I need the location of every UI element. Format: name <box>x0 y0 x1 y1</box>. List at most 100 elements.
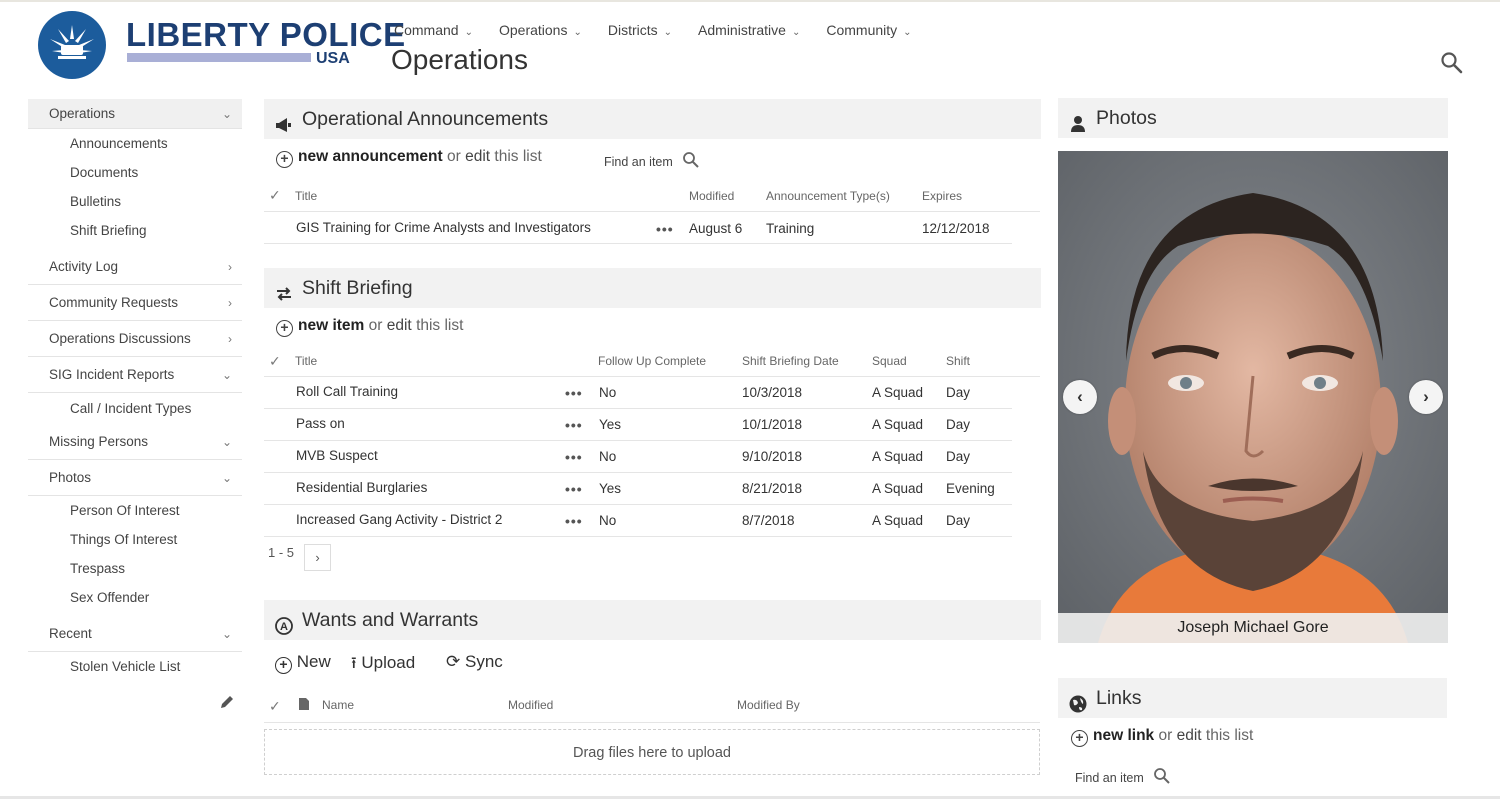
photos-title: Photos <box>1096 107 1157 129</box>
edit-link[interactable]: edit <box>465 148 490 165</box>
more-options-icon[interactable]: ••• <box>565 449 583 465</box>
liberty-logo-icon[interactable] <box>38 11 106 79</box>
more-options-icon[interactable]: ••• <box>565 513 583 529</box>
leftnav-item-person-of-interest[interactable]: Person Of Interest <box>28 496 242 525</box>
leftnav-item-sex-offender[interactable]: Sex Offender <box>28 583 242 612</box>
announcement-title-link[interactable]: GIS Training for Crime Analysts and Inve… <box>296 220 591 235</box>
announcement-modified: August 6 <box>689 221 743 236</box>
select-all-check-icon[interactable]: ✓ <box>269 353 281 370</box>
nav-districts[interactable]: Districts ⌄ <box>608 22 672 38</box>
carousel-prev-chevron-icon[interactable]: ‹ <box>1063 380 1097 414</box>
wants-warrants-header: A Wants and Warrants <box>264 600 1041 640</box>
nav-operations[interactable]: Operations ⌄ <box>499 22 582 38</box>
mugshot-photo[interactable]: ‹ › Joseph Michael Gore <box>1058 151 1448 643</box>
col-modified[interactable]: Modified <box>508 698 553 712</box>
upload-button[interactable]: ⭱ Upload <box>351 652 415 679</box>
or-text: or <box>447 148 461 165</box>
col-title[interactable]: Title <box>295 354 317 368</box>
leftnav-item-bulletins[interactable]: Bulletins <box>28 187 242 216</box>
search-icon[interactable] <box>1440 51 1464 75</box>
links-title: Links <box>1096 687 1142 709</box>
leftnav-missing-persons[interactable]: Missing Persons ⌄ <box>28 424 242 460</box>
select-all-check-icon[interactable]: ✓ <box>269 187 281 204</box>
leftnav-operations-discussions[interactable]: Operations Discussions › <box>28 321 242 357</box>
select-all-check-icon[interactable]: ✓ <box>269 698 281 715</box>
col-squad[interactable]: Squad <box>872 354 907 368</box>
leftnav-item-shift-briefing[interactable]: Shift Briefing <box>28 216 242 245</box>
col-shift[interactable]: Shift <box>946 354 970 368</box>
sync-button[interactable]: ⟳ Sync <box>446 652 503 672</box>
new-label: New <box>296 652 331 671</box>
edit-links-pencil-icon[interactable] <box>218 693 236 711</box>
megaphone-icon <box>274 109 294 132</box>
links-find-item-search[interactable]: Find an item <box>1075 767 1171 785</box>
col-follow-up-complete[interactable]: Follow Up Complete <box>598 354 706 368</box>
upload-icon: ⭱ <box>351 655 357 672</box>
chevron-down-icon: ⌄ <box>791 27 801 38</box>
more-options-icon[interactable]: ••• <box>565 481 583 497</box>
nav-community[interactable]: Community ⌄ <box>826 22 911 38</box>
more-options-icon[interactable]: ••• <box>565 417 583 433</box>
links-commandbar: + new link or edit this list <box>1071 727 1253 747</box>
col-modified[interactable]: Modified <box>689 189 734 203</box>
leftnav-item-announcements[interactable]: Announcements <box>28 129 242 158</box>
divider <box>264 536 1012 537</box>
leftnav-photos-label: Photos <box>49 470 92 485</box>
file-type-icon <box>298 697 310 714</box>
shift-title-link[interactable]: Increased Gang Activity - District 2 <box>296 512 502 527</box>
nav-command[interactable]: Command ⌄ <box>394 22 473 38</box>
leftnav-item-documents[interactable]: Documents <box>28 158 242 187</box>
leftnav-item-call-incident-types[interactable]: Call / Incident Types <box>28 393 242 424</box>
nav-districts-label: Districts <box>607 22 658 38</box>
announcement-type: Training <box>766 221 815 236</box>
shift-title-link[interactable]: Pass on <box>296 416 345 431</box>
chevron-down-icon: ⌄ <box>464 27 473 38</box>
leftnav-recent[interactable]: Recent ⌄ <box>28 616 242 652</box>
upload-dropzone[interactable]: Drag files here to upload <box>264 729 1040 775</box>
links-header: Links <box>1058 678 1447 718</box>
new-item-link[interactable]: new item <box>298 317 364 334</box>
leftnav-photos[interactable]: Photos ⌄ <box>28 460 242 496</box>
shift-title-link[interactable]: Roll Call Training <box>296 384 398 399</box>
leftnav-operations[interactable]: Operations ⌄ <box>28 99 242 129</box>
shift-title-link[interactable]: Residential Burglaries <box>296 480 427 495</box>
divider <box>264 472 1012 473</box>
new-link-link[interactable]: new link <box>1093 727 1154 744</box>
carousel-next-chevron-icon[interactable]: › <box>1409 380 1443 414</box>
photo-caption: Joseph Michael Gore <box>1058 613 1448 643</box>
edit-link[interactable]: edit <box>387 317 412 334</box>
shift-follow-up: No <box>599 385 617 400</box>
nav-administrative-label: Administrative <box>698 22 786 38</box>
leftnav-item-trespass[interactable]: Trespass <box>28 554 242 583</box>
next-page-chevron-icon[interactable]: › <box>304 544 331 571</box>
find-item-search[interactable]: Find an item <box>604 151 700 169</box>
more-options-icon[interactable]: ••• <box>565 385 583 401</box>
svg-text:A: A <box>280 621 288 633</box>
leftnav-sig-incident-reports[interactable]: SIG Incident Reports ⌄ <box>28 357 242 393</box>
shift-title-link[interactable]: MVB Suspect <box>296 448 378 463</box>
leftnav-item-things-of-interest[interactable]: Things Of Interest <box>28 525 242 554</box>
divider <box>264 722 1040 723</box>
new-document-button[interactable]: + New <box>275 652 331 674</box>
add-circle-icon[interactable]: + <box>276 320 293 337</box>
new-announcement-link[interactable]: new announcement <box>298 148 443 165</box>
leftnav-item-stolen-vehicle-list[interactable]: Stolen Vehicle List <box>28 652 242 681</box>
announcements-header: Operational Announcements <box>264 99 1041 139</box>
col-title[interactable]: Title <box>295 189 317 203</box>
shift-date: 8/7/2018 <box>742 513 795 528</box>
nav-administrative[interactable]: Administrative ⌄ <box>698 22 800 38</box>
edit-link[interactable]: edit <box>1177 727 1202 744</box>
globe-icon <box>1068 688 1088 713</box>
add-circle-icon[interactable]: + <box>1071 730 1088 747</box>
col-announcement-type[interactable]: Announcement Type(s) <box>766 189 890 203</box>
add-circle-icon[interactable]: + <box>276 151 293 168</box>
col-expires[interactable]: Expires <box>922 189 962 203</box>
col-modified-by[interactable]: Modified By <box>737 698 800 712</box>
more-options-icon[interactable]: ••• <box>656 221 674 237</box>
col-shift-briefing-date[interactable]: Shift Briefing Date <box>742 354 839 368</box>
upload-label: Upload <box>361 653 416 672</box>
leftnav-activity-log[interactable]: Activity Log › <box>28 249 242 285</box>
chevron-down-icon: ⌄ <box>663 27 673 38</box>
leftnav-community-requests[interactable]: Community Requests › <box>28 285 242 321</box>
col-name[interactable]: Name <box>322 698 354 712</box>
